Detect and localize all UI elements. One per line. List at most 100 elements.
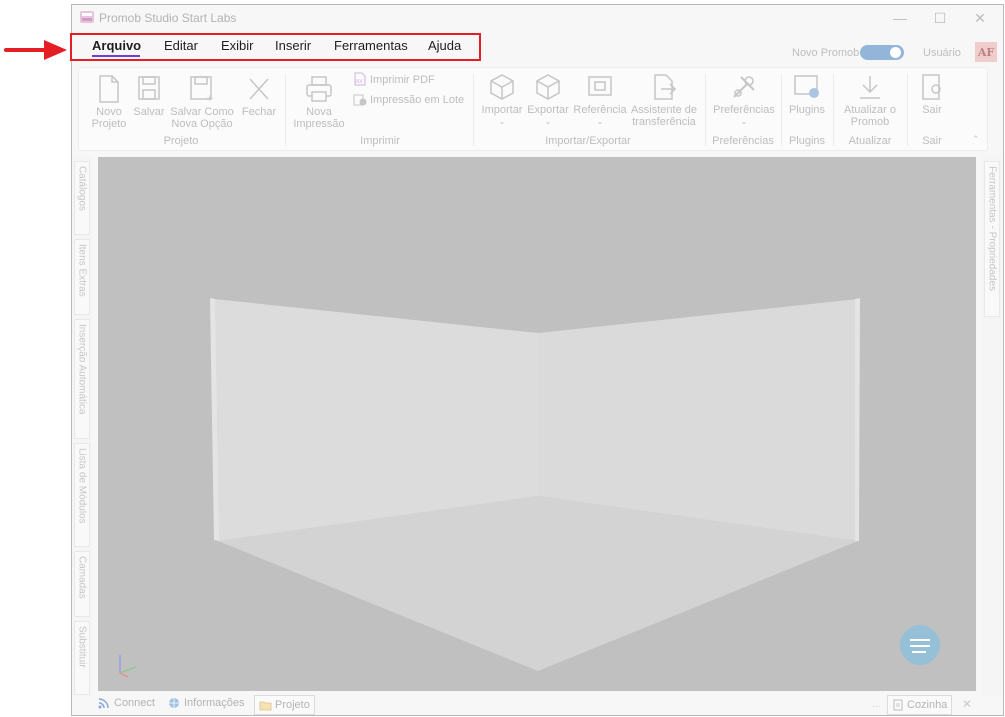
group-separator xyxy=(705,74,706,146)
salvar-como-label: Salvar Como Nova Opção xyxy=(170,106,234,130)
globe-icon xyxy=(169,698,179,708)
tab-substituir-label: Substituir xyxy=(76,626,88,668)
referencia-label: Referência xyxy=(573,104,627,116)
tab-camadas-label: Camadas xyxy=(76,556,88,599)
plugins-icon xyxy=(794,75,819,98)
connect-item[interactable]: Connect xyxy=(98,697,155,709)
window-title: Promob Studio Start Labs xyxy=(99,11,237,25)
tab-insercao-automatica[interactable]: Inserção Automática xyxy=(74,319,90,439)
tab-catalogos[interactable]: Catálogos xyxy=(74,161,90,235)
resize-grip-icon: … xyxy=(872,699,881,709)
group-preferencias-label: Preferências xyxy=(712,135,774,147)
salvar-button[interactable]: Salvar xyxy=(133,74,165,118)
left-sidebar: Catálogos Itens Extras Inserção Automáti… xyxy=(72,157,92,697)
app-window: Promob Studio Start Labs — ☐ ✕ Novo Prom… xyxy=(71,4,1004,716)
plugins-button[interactable]: Plugins xyxy=(785,72,829,116)
close-button[interactable]: ✕ xyxy=(960,7,1000,29)
rss-icon xyxy=(98,698,109,709)
batch-print-icon xyxy=(353,94,367,106)
group-separator xyxy=(473,74,474,146)
sair-label: Sair xyxy=(922,104,942,116)
svg-text:+: + xyxy=(206,94,214,104)
exportar-label: Exportar xyxy=(527,104,569,116)
import-cube-icon xyxy=(490,74,514,100)
red-arrow-icon xyxy=(4,40,67,60)
maximize-button[interactable]: ☐ xyxy=(920,7,960,29)
printer-icon xyxy=(306,76,332,102)
group-separator xyxy=(833,74,834,146)
connect-label: Connect xyxy=(114,697,155,709)
projeto-tab[interactable]: Projeto xyxy=(254,695,315,715)
fechar-button[interactable]: Fechar xyxy=(239,74,279,118)
close-x-icon xyxy=(249,78,269,100)
atualizar-button[interactable]: Atualizar o Promob xyxy=(837,72,903,128)
document-icon xyxy=(893,699,903,711)
group-importar-label: Importar/Exportar xyxy=(545,135,631,147)
exportar-button[interactable]: Exportar ⌄ xyxy=(525,72,571,128)
tab-camadas[interactable]: Camadas xyxy=(74,551,90,617)
avatar[interactable]: AF xyxy=(975,42,997,62)
save-as-icon: + xyxy=(190,76,214,104)
minimize-button[interactable]: — xyxy=(880,7,920,29)
axis-gizmo-icon xyxy=(119,655,137,678)
imprimir-pdf-label: Imprimir PDF xyxy=(370,74,435,86)
fechar-label: Fechar xyxy=(241,106,277,118)
group-sair-label: Sair xyxy=(922,135,942,147)
3d-viewport[interactable] xyxy=(98,157,976,691)
group-separator xyxy=(781,74,782,146)
novo-promob-label: Novo Promob xyxy=(792,47,860,59)
nova-impressao-button[interactable]: Nova Impressão xyxy=(293,74,345,130)
status-bar: Connect Informações Projeto … Cozinha ✕ xyxy=(72,693,1003,715)
cozinha-tab[interactable]: Cozinha xyxy=(887,695,953,715)
assistente-button[interactable]: Assistente de transferência xyxy=(629,72,699,128)
assistente-label: Assistente de transferência xyxy=(630,104,698,128)
salvar-label: Salvar xyxy=(133,106,165,118)
informacoes-item[interactable]: Informações xyxy=(168,697,245,709)
group-imprimir-label: Imprimir xyxy=(360,135,400,147)
group-separator xyxy=(907,74,908,146)
user-menu[interactable]: Usuário xyxy=(923,47,961,59)
impressao-lote-label: Impressão em Lote xyxy=(370,94,465,106)
right-sidebar: Ferramentas - Propriedades xyxy=(981,157,1003,697)
chat-bubble-icon[interactable] xyxy=(898,623,942,667)
collapse-ribbon-icon[interactable]: ⌃ xyxy=(972,134,980,145)
chevron-down-icon: ⌄ xyxy=(596,117,604,126)
tab-ferramentas-propriedades[interactable]: Ferramentas - Propriedades xyxy=(984,161,1000,317)
group-projeto-label: Projeto xyxy=(163,135,199,147)
referencia-button[interactable]: Referência ⌄ xyxy=(573,72,627,128)
chevron-down-icon: ⌄ xyxy=(544,117,552,126)
tools-icon xyxy=(733,76,755,98)
reference-icon xyxy=(588,76,612,96)
sair-button[interactable]: Sair xyxy=(913,72,951,116)
cozinha-label: Cozinha xyxy=(907,699,948,711)
toggle-knob xyxy=(890,47,901,58)
novo-promob-toggle[interactable] xyxy=(860,45,904,60)
tab-ferramentas-propriedades-label: Ferramentas - Propriedades xyxy=(986,166,998,292)
impressao-lote-button[interactable]: Impressão em Lote xyxy=(353,92,464,108)
folder-icon xyxy=(259,701,272,710)
close-tab-icon[interactable]: ✕ xyxy=(962,697,972,711)
imprimir-pdf-button[interactable]: PDF Imprimir PDF xyxy=(353,72,435,88)
ribbon-toolbar: Novo Projeto Salvar + Salvar Como Nova O… xyxy=(78,67,988,151)
preferencias-button[interactable]: Preferências ⌄ xyxy=(711,72,777,128)
export-cube-icon xyxy=(536,74,560,100)
download-arrow-icon xyxy=(860,76,880,99)
group-plugins-label: Plugins xyxy=(788,135,826,147)
salvar-como-button[interactable]: + Salvar Como Nova Opção xyxy=(169,74,235,130)
preferencias-label: Preferências xyxy=(713,104,775,116)
novo-projeto-label: Novo Projeto xyxy=(91,106,127,130)
importar-label: Importar xyxy=(481,104,523,116)
svg-text:PDF: PDF xyxy=(356,79,364,84)
tab-lista-modulos[interactable]: Lista de Módulos xyxy=(74,443,90,547)
tab-lista-modulos-label: Lista de Módulos xyxy=(76,448,88,524)
chevron-down-icon: ⌄ xyxy=(740,117,748,126)
tab-catalogos-label: Catálogos xyxy=(76,166,88,212)
tab-substituir[interactable]: Substituir xyxy=(74,621,90,695)
importar-button[interactable]: Importar ⌄ xyxy=(479,72,525,128)
pdf-icon: PDF xyxy=(354,72,366,86)
novo-projeto-button[interactable]: Novo Projeto xyxy=(89,74,129,130)
menu-highlight-box xyxy=(70,33,481,61)
tab-itens-extras[interactable]: Itens Extras xyxy=(74,239,90,315)
nova-impressao-label: Nova Impressão xyxy=(293,106,345,130)
transfer-wizard-icon xyxy=(654,74,677,100)
